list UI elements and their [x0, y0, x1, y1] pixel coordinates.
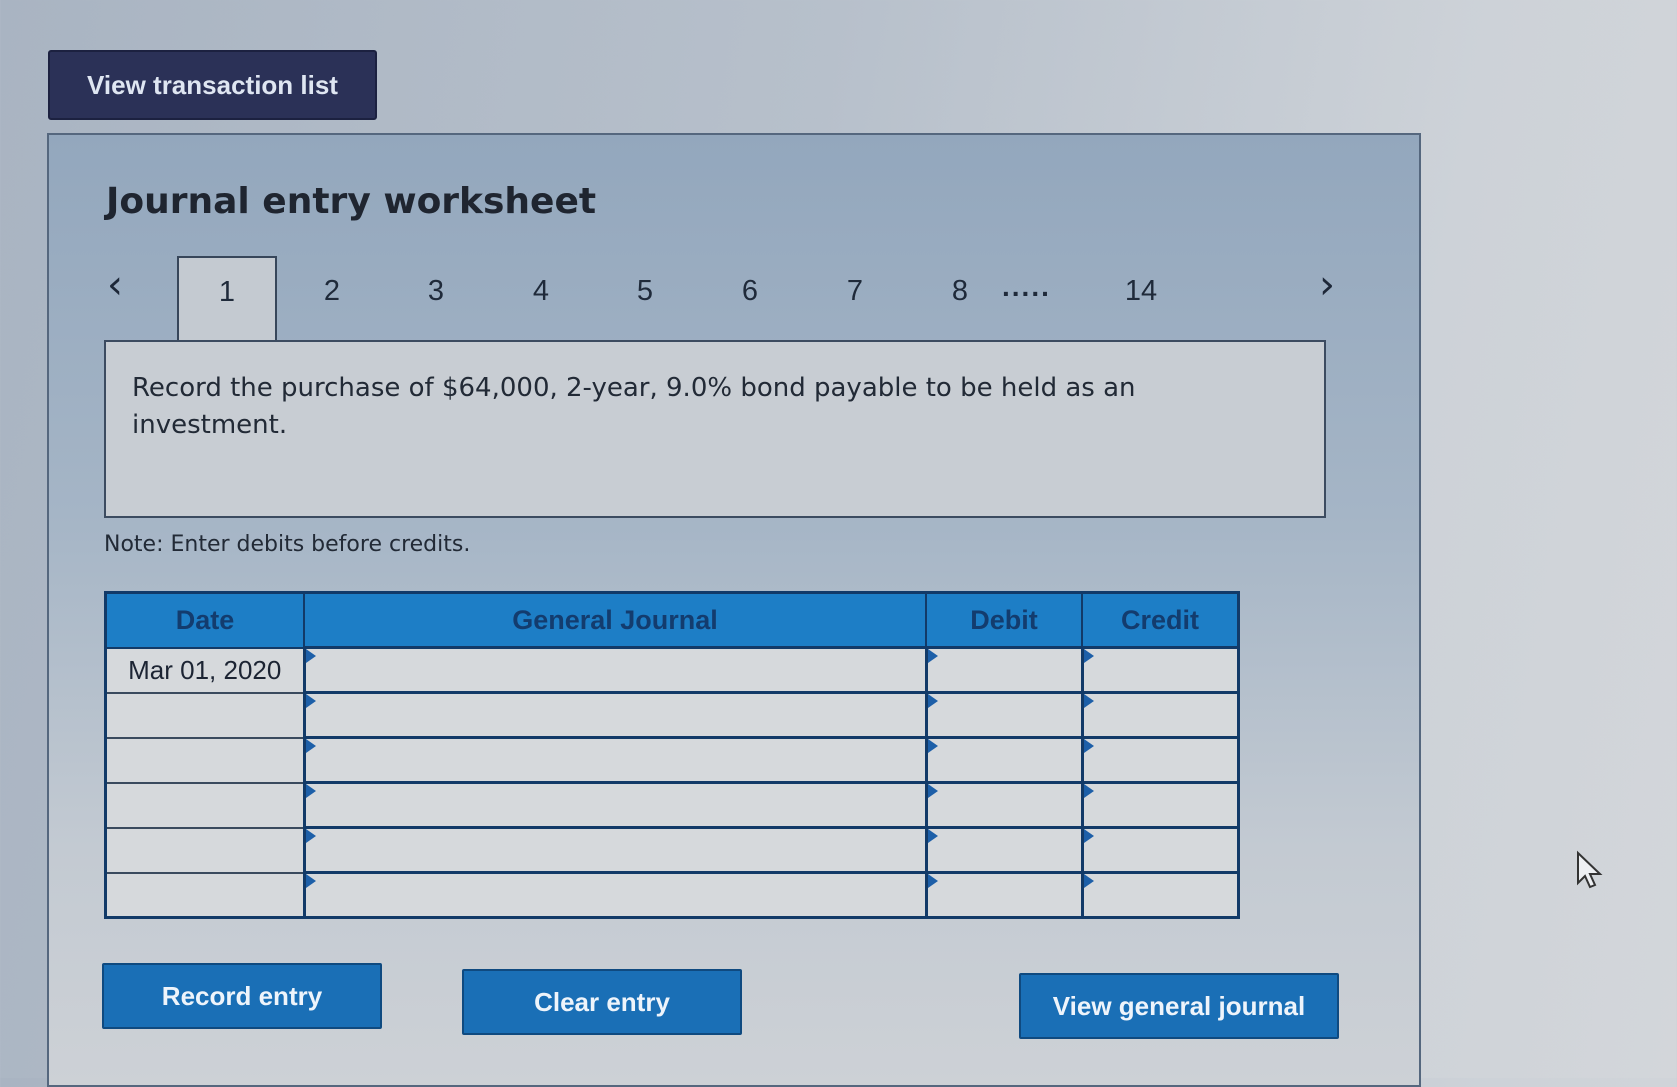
tab-1[interactable]: 1	[177, 256, 277, 346]
credit-input[interactable]	[1083, 648, 1241, 692]
tab-4[interactable]: 4	[521, 275, 561, 308]
account-cell	[302, 781, 929, 829]
cell-flag-icon	[305, 829, 316, 843]
cell-flag-icon	[305, 874, 316, 888]
account-cell	[302, 736, 929, 784]
cell-flag-icon	[927, 649, 938, 663]
worksheet-title: Journal entry worksheet	[106, 181, 597, 222]
credit-input[interactable]	[1083, 693, 1241, 737]
account-input[interactable]	[305, 828, 929, 872]
credit-cell	[1080, 646, 1241, 694]
account-cell	[302, 871, 929, 919]
credit-input[interactable]	[1083, 783, 1241, 827]
debit-cell	[924, 871, 1085, 919]
date-cell	[104, 826, 305, 874]
debit-cell	[924, 826, 1085, 874]
cell-flag-icon	[1083, 874, 1094, 888]
table-row	[104, 781, 1241, 829]
mouse-pointer-icon	[1575, 850, 1605, 895]
debit-input[interactable]	[927, 648, 1085, 692]
cell-flag-icon	[1083, 784, 1094, 798]
credit-cell	[1080, 871, 1241, 919]
date-cell	[104, 871, 305, 919]
credit-input[interactable]	[1083, 738, 1241, 782]
clear-entry-button[interactable]: Clear entry	[462, 969, 742, 1035]
view-transaction-list-button[interactable]: View transaction list	[48, 50, 377, 120]
date-cell	[104, 781, 305, 829]
tab-3[interactable]: 3	[416, 275, 456, 308]
debit-input[interactable]	[927, 783, 1085, 827]
cell-flag-icon	[305, 784, 316, 798]
tab-5[interactable]: 5	[625, 275, 665, 308]
entry-note: Note: Enter debits before credits.	[104, 532, 471, 557]
debit-cell	[924, 781, 1085, 829]
table-row: Mar 01, 2020	[104, 646, 1241, 694]
cell-flag-icon	[305, 649, 316, 663]
debit-cell	[924, 736, 1085, 784]
journal-table: Date General Journal Debit Credit Mar 01…	[104, 591, 1241, 919]
transaction-prompt: Record the purchase of $64,000, 2-year, …	[104, 340, 1326, 518]
account-cell	[302, 646, 929, 694]
tab-14[interactable]: 14	[1121, 275, 1161, 308]
view-general-journal-button[interactable]: View general journal	[1019, 973, 1339, 1039]
date-cell: Mar 01, 2020	[104, 646, 305, 694]
date-cell	[104, 736, 305, 784]
tab-7[interactable]: 7	[835, 275, 875, 308]
account-cell	[302, 691, 929, 739]
cell-flag-icon	[927, 829, 938, 843]
credit-cell	[1080, 781, 1241, 829]
chevron-right-icon[interactable]: ›	[1319, 265, 1335, 305]
cell-flag-icon	[1083, 694, 1094, 708]
table-row	[104, 826, 1241, 874]
credit-cell	[1080, 826, 1241, 874]
account-cell	[302, 826, 929, 874]
account-input[interactable]	[305, 783, 929, 827]
tab-6[interactable]: 6	[730, 275, 770, 308]
cell-flag-icon	[927, 874, 938, 888]
cell-flag-icon	[1083, 739, 1094, 753]
account-input[interactable]	[305, 693, 929, 737]
chevron-left-icon[interactable]: ‹	[107, 265, 123, 305]
credit-cell	[1080, 736, 1241, 784]
debit-cell	[924, 646, 1085, 694]
table-row	[104, 871, 1241, 919]
debit-input[interactable]	[927, 828, 1085, 872]
cell-flag-icon	[305, 694, 316, 708]
credit-input[interactable]	[1083, 873, 1241, 917]
account-input[interactable]	[305, 738, 929, 782]
header-date: Date	[104, 591, 305, 649]
tab-8[interactable]: 8	[940, 275, 980, 308]
debit-input[interactable]	[927, 738, 1085, 782]
credit-cell	[1080, 691, 1241, 739]
credit-input[interactable]	[1083, 828, 1241, 872]
debit-cell	[924, 691, 1085, 739]
date-cell	[104, 691, 305, 739]
header-general-journal: General Journal	[303, 591, 927, 649]
table-row	[104, 736, 1241, 784]
cell-flag-icon	[1083, 829, 1094, 843]
cell-flag-icon	[927, 739, 938, 753]
tab-2[interactable]: 2	[312, 275, 352, 308]
account-input[interactable]	[305, 873, 929, 917]
cell-flag-icon	[927, 694, 938, 708]
journal-entry-worksheet-panel: Journal entry worksheet ‹ 1 2 3 4 5 6 7 …	[47, 133, 1421, 1087]
account-input[interactable]	[305, 648, 929, 692]
cell-flag-icon	[1083, 649, 1094, 663]
tab-ellipsis: .....	[1002, 271, 1051, 302]
debit-input[interactable]	[927, 693, 1085, 737]
header-credit: Credit	[1081, 591, 1240, 649]
debit-input[interactable]	[927, 873, 1085, 917]
cell-flag-icon	[927, 784, 938, 798]
header-debit: Debit	[925, 591, 1083, 649]
record-entry-button[interactable]: Record entry	[102, 963, 382, 1029]
cell-flag-icon	[305, 739, 316, 753]
table-row	[104, 691, 1241, 739]
